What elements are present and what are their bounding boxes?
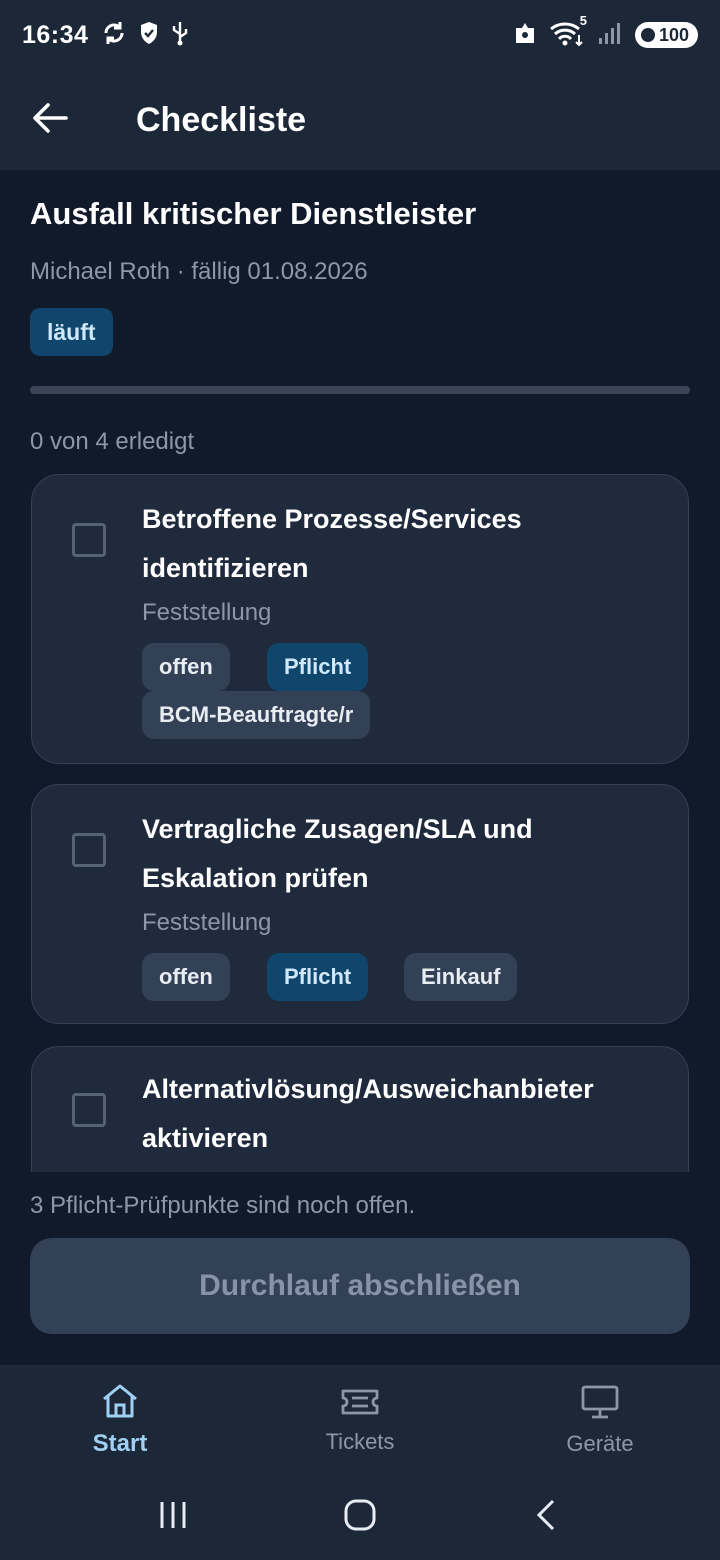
progress-bar [30,386,690,394]
item-checkbox[interactable] [72,523,106,557]
home-icon [100,1383,140,1424]
status-time: 16:34 [22,20,89,49]
status-bar: 16:34 5 100 [0,0,720,70]
checklist-item[interactable]: Vertragliche Zusagen/SLA und Eskalation … [31,784,689,1024]
monitor-icon [580,1384,620,1425]
finish-run-button[interactable]: Durchlauf abschließen [30,1238,690,1334]
item-checkbox[interactable] [72,1093,106,1127]
checklist-items[interactable]: Betroffene Prozesse/Services identifizie… [0,474,720,1172]
signal-icon [597,20,623,51]
nav-item-tickets[interactable]: Tickets [240,1365,480,1475]
tag-required: Pflicht [267,953,369,1001]
nav-item-devices[interactable]: Geräte [480,1365,720,1475]
tag-status: offen [142,953,230,1001]
battery-shield-icon [640,28,655,42]
item-title: Alternativlösung/Ausweichanbieter aktivi… [142,1074,594,1153]
recent-apps-button[interactable] [156,1498,190,1537]
run-meta: Michael Roth · fällig 01.08.2026 [30,258,368,285]
shield-icon [138,20,160,51]
system-back-button[interactable] [530,1498,564,1537]
item-checkbox[interactable] [72,833,106,867]
battery-indicator: 100 [634,22,698,48]
home-button[interactable] [343,1498,377,1537]
wifi-label: 5 [579,12,587,28]
checklist-content: Ausfall kritischer Dienstleister Michael… [0,170,720,1365]
item-category: Feststellung [142,909,272,936]
tag-role: BCM-Beauftragte/r [142,691,371,739]
open-items-hint: 3 Pflicht-Prüfpunkte sind noch offen. [30,1192,416,1219]
item-title: Vertragliche Zusagen/SLA und Eskalation … [142,814,533,893]
system-navigation [0,1475,720,1560]
tag-role: Einkauf [404,953,518,1001]
checklist-item[interactable]: Alternativlösung/Ausweichanbieter aktivi… [31,1046,689,1172]
item-title: Betroffene Prozesse/Services identifizie… [142,504,522,583]
progress-text: 0 von 4 erledigt [30,428,195,455]
nav-label-devices: Geräte [566,1430,634,1456]
tag-status: offen [142,643,230,691]
back-button[interactable] [0,70,100,170]
app-bar: Checkliste [0,70,720,170]
item-category: Feststellung [142,599,272,626]
run-title: Ausfall kritischer Dienstleister [30,196,477,231]
tag-required: Pflicht [267,643,369,691]
arrow-left-icon [32,102,68,139]
nav-item-start[interactable]: Start [0,1365,240,1475]
alarm-icon [513,20,537,51]
wifi-icon: 5 [549,13,587,52]
ticket-icon [340,1386,380,1423]
usb-icon [170,20,190,51]
status-badge: läuft [30,308,113,356]
page-title: Checkliste [136,100,307,139]
sync-icon [100,19,128,52]
checklist-item[interactable]: Betroffene Prozesse/Services identifizie… [31,474,689,764]
battery-level: 100 [658,24,689,45]
bottom-navigation: Start Tickets Geräte [0,1365,720,1475]
nav-label-tickets: Tickets [325,1428,395,1454]
nav-label-start: Start [92,1429,148,1457]
